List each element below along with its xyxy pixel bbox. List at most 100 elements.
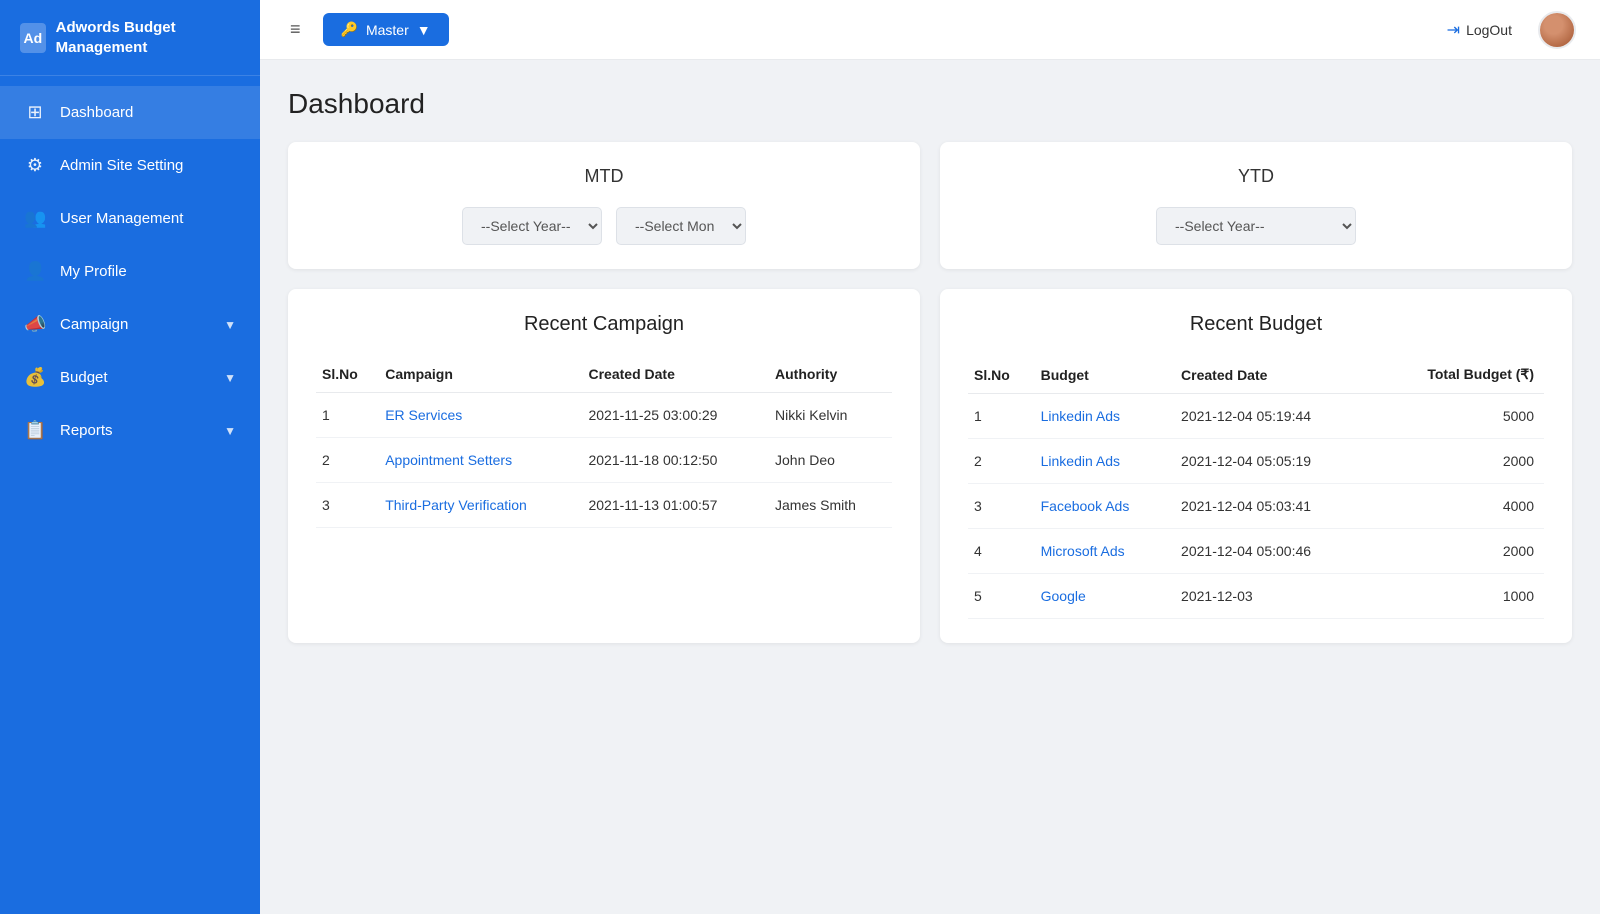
- budget-icon: 💰: [24, 367, 46, 388]
- logout-label: LogOut: [1466, 22, 1512, 38]
- sidebar-item-label: User Management: [60, 210, 236, 227]
- master-label: Master: [366, 22, 409, 38]
- table-row: 5 Google 2021-12-03 1000: [968, 574, 1544, 619]
- campaign-col-slno: Sl.No: [316, 356, 379, 393]
- campaign-icon: 📣: [24, 314, 46, 335]
- budget-sl: 1: [968, 394, 1035, 439]
- sidebar-item-label: My Profile: [60, 263, 236, 280]
- tables-row: Recent Campaign Sl.No Campaign Created D…: [288, 289, 1572, 643]
- budget-total: 1000: [1373, 574, 1544, 619]
- mtd-filters: --Select Year-- 2021 2020 2019 --Select …: [316, 207, 892, 245]
- campaign-authority: James Smith: [769, 483, 892, 528]
- sidebar-item-label: Dashboard: [60, 104, 236, 121]
- campaign-table-header-row: Sl.No Campaign Created Date Authority: [316, 356, 892, 393]
- campaign-col-created-date: Created Date: [582, 356, 769, 393]
- sidebar-item-admin-site-setting[interactable]: ⚙ Admin Site Setting: [0, 139, 260, 192]
- budget-created-date: 2021-12-03: [1175, 574, 1373, 619]
- budget-col-slno: Sl.No: [968, 356, 1035, 394]
- mtd-title: MTD: [316, 166, 892, 187]
- logout-button[interactable]: ⇥ LogOut: [1437, 14, 1522, 46]
- recent-campaign-card: Recent Campaign Sl.No Campaign Created D…: [288, 289, 920, 643]
- sidebar-item-dashboard[interactable]: ⊞ Dashboard: [0, 86, 260, 139]
- table-row: 2 Linkedin Ads 2021-12-04 05:05:19 2000: [968, 439, 1544, 484]
- chevron-down-icon: ▼: [224, 424, 236, 438]
- budget-name-link[interactable]: Google: [1035, 574, 1175, 619]
- budget-sl: 2: [968, 439, 1035, 484]
- campaign-name-link[interactable]: Appointment Setters: [379, 438, 582, 483]
- budget-name-link[interactable]: Microsoft Ads: [1035, 529, 1175, 574]
- recent-budget-table: Sl.No Budget Created Date Total Budget (…: [968, 356, 1544, 619]
- sidebar-item-label: Admin Site Setting: [60, 157, 236, 174]
- campaign-sl: 3: [316, 483, 379, 528]
- chevron-down-icon: ▼: [224, 371, 236, 385]
- filter-cards-row: MTD --Select Year-- 2021 2020 2019 --Sel…: [288, 142, 1572, 269]
- table-row: 1 Linkedin Ads 2021-12-04 05:19:44 5000: [968, 394, 1544, 439]
- chevron-down-icon: ▼: [417, 22, 431, 38]
- sidebar-item-label: Budget: [60, 369, 210, 386]
- budget-name-link[interactable]: Facebook Ads: [1035, 484, 1175, 529]
- campaign-authority: Nikki Kelvin: [769, 393, 892, 438]
- menu-toggle-button[interactable]: ≡: [284, 13, 307, 46]
- table-row: 3 Third-Party Verification 2021-11-13 01…: [316, 483, 892, 528]
- table-row: 2 Appointment Setters 2021-11-18 00:12:5…: [316, 438, 892, 483]
- settings-icon: ⚙: [24, 155, 46, 176]
- budget-created-date: 2021-12-04 05:05:19: [1175, 439, 1373, 484]
- mtd-card: MTD --Select Year-- 2021 2020 2019 --Sel…: [288, 142, 920, 269]
- campaign-sl: 1: [316, 393, 379, 438]
- budget-total: 2000: [1373, 439, 1544, 484]
- budget-total: 5000: [1373, 394, 1544, 439]
- app-logo-icon: Ad: [20, 23, 46, 53]
- recent-budget-title: Recent Budget: [968, 313, 1544, 336]
- mtd-month-select[interactable]: --Select Mon January February March Apri…: [616, 207, 746, 245]
- ytd-filters: --Select Year-- 2021 2020 2019: [968, 207, 1544, 245]
- profile-icon: 👤: [24, 261, 46, 282]
- sidebar-item-my-profile[interactable]: 👤 My Profile: [0, 245, 260, 298]
- recent-budget-card: Recent Budget Sl.No Budget Created Date …: [940, 289, 1572, 643]
- campaign-name-link[interactable]: Third-Party Verification: [379, 483, 582, 528]
- budget-name-link[interactable]: Linkedin Ads: [1035, 394, 1175, 439]
- campaign-created-date: 2021-11-13 01:00:57: [582, 483, 769, 528]
- avatar-image: [1540, 13, 1574, 47]
- mtd-year-select[interactable]: --Select Year-- 2021 2020 2019: [462, 207, 602, 245]
- sidebar-item-user-management[interactable]: 👥 User Management: [0, 192, 260, 245]
- budget-col-total: Total Budget (₹): [1373, 356, 1544, 394]
- master-button[interactable]: 🔑 Master ▼: [323, 13, 449, 46]
- dashboard-icon: ⊞: [24, 102, 46, 123]
- sidebar-item-label: Campaign: [60, 316, 210, 333]
- budget-sl: 4: [968, 529, 1035, 574]
- logout-icon: ⇥: [1447, 20, 1460, 40]
- budget-created-date: 2021-12-04 05:19:44: [1175, 394, 1373, 439]
- budget-table-header-row: Sl.No Budget Created Date Total Budget (…: [968, 356, 1544, 394]
- users-icon: 👥: [24, 208, 46, 229]
- budget-name-link[interactable]: Linkedin Ads: [1035, 439, 1175, 484]
- ytd-title: YTD: [968, 166, 1544, 187]
- campaign-created-date: 2021-11-25 03:00:29: [582, 393, 769, 438]
- table-row: 1 ER Services 2021-11-25 03:00:29 Nikki …: [316, 393, 892, 438]
- header: ≡ 🔑 Master ▼ ⇥ LogOut: [260, 0, 1600, 60]
- app-title: Adwords Budget Management: [56, 18, 240, 57]
- sidebar-nav: ⊞ Dashboard ⚙ Admin Site Setting 👥 User …: [0, 76, 260, 467]
- sidebar-logo: Ad Adwords Budget Management: [0, 0, 260, 76]
- avatar[interactable]: [1538, 11, 1576, 49]
- ytd-year-select[interactable]: --Select Year-- 2021 2020 2019: [1156, 207, 1356, 245]
- campaign-name-link[interactable]: ER Services: [379, 393, 582, 438]
- chevron-down-icon: ▼: [224, 318, 236, 332]
- recent-campaign-table: Sl.No Campaign Created Date Authority 1 …: [316, 356, 892, 528]
- hamburger-icon: ≡: [290, 19, 301, 39]
- budget-col-budget: Budget: [1035, 356, 1175, 394]
- budget-sl: 3: [968, 484, 1035, 529]
- content-area: Dashboard MTD --Select Year-- 2021 2020 …: [260, 60, 1600, 914]
- budget-created-date: 2021-12-04 05:03:41: [1175, 484, 1373, 529]
- sidebar: Ad Adwords Budget Management ⊞ Dashboard…: [0, 0, 260, 914]
- campaign-authority: John Deo: [769, 438, 892, 483]
- sidebar-item-campaign[interactable]: 📣 Campaign ▼: [0, 298, 260, 351]
- sidebar-item-label: Reports: [60, 422, 210, 439]
- recent-campaign-title: Recent Campaign: [316, 313, 892, 336]
- budget-created-date: 2021-12-04 05:00:46: [1175, 529, 1373, 574]
- table-row: 3 Facebook Ads 2021-12-04 05:03:41 4000: [968, 484, 1544, 529]
- sidebar-item-budget[interactable]: 💰 Budget ▼: [0, 351, 260, 404]
- campaign-col-campaign: Campaign: [379, 356, 582, 393]
- key-icon: 🔑: [341, 21, 358, 38]
- sidebar-item-reports[interactable]: 📋 Reports ▼: [0, 404, 260, 457]
- table-row: 4 Microsoft Ads 2021-12-04 05:00:46 2000: [968, 529, 1544, 574]
